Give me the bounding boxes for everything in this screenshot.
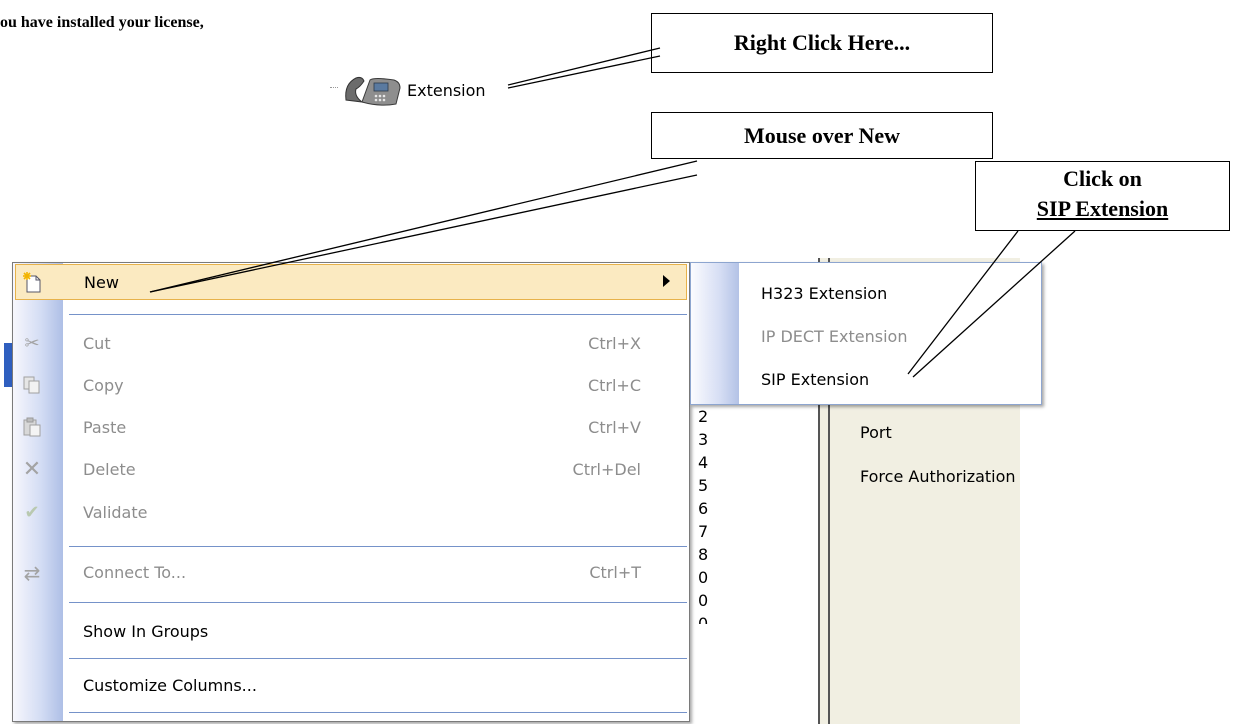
new-submenu: H323 Extension IP DECT Extension SIP Ext… — [690, 262, 1042, 405]
background-number-column: 2 3 4 5 6 7 8 0 0 0 — [688, 405, 818, 624]
property-port: Port — [860, 423, 892, 442]
menu-separator — [69, 658, 687, 659]
phone-icon — [345, 76, 401, 106]
tree-node-extension-label: Extension — [407, 81, 486, 100]
menu-item-copy-shortcut: Ctrl+C — [587, 376, 641, 395]
instruction-text: ou have installed your license, — [0, 14, 204, 31]
submenu-item-ip-dect-extension[interactable]: IP DECT Extension — [761, 327, 907, 346]
menu-item-delete-shortcut: Ctrl+Del — [572, 460, 641, 479]
menu-item-copy-label: Copy — [83, 376, 124, 395]
background-number: 8 — [698, 545, 709, 564]
background-number: 7 — [698, 522, 709, 541]
background-number: 2 — [698, 407, 709, 426]
menu-item-paste-label: Paste — [83, 418, 127, 437]
menu-item-delete[interactable]: ✕ Delete Ctrl+Del — [13, 451, 689, 487]
background-number: 4 — [698, 453, 709, 472]
menu-separator — [69, 602, 687, 603]
menu-item-cut-label: Cut — [83, 334, 111, 353]
menu-item-show-in-groups[interactable]: Show In Groups — [13, 613, 689, 649]
new-item-icon — [22, 272, 44, 294]
menu-item-validate-label: Validate — [83, 503, 148, 522]
menu-item-validate[interactable]: ✔ Validate — [13, 494, 689, 530]
pointer-line — [507, 47, 661, 86]
menu-item-customize-columns-label: Customize Columns... — [83, 676, 257, 695]
pointer-line — [507, 55, 661, 89]
menu-item-connect-to-shortcut: Ctrl+T — [589, 563, 641, 582]
scissors-icon: ✂ — [24, 333, 40, 354]
menu-item-cut-shortcut: Ctrl+X — [588, 334, 641, 353]
submenu-gutter — [691, 263, 739, 404]
menu-separator — [69, 314, 687, 315]
checkmark-icon: ✔ — [24, 502, 40, 523]
menu-item-connect-to-label: Connect To... — [83, 563, 187, 582]
menu-item-paste-shortcut: Ctrl+V — [588, 418, 641, 437]
callout-mouse-over-new: Mouse over New — [651, 112, 993, 159]
copy-icon — [21, 375, 43, 397]
callout-click-sip-line2: SIP Extension — [1036, 196, 1169, 221]
submenu-item-sip-extension[interactable]: SIP Extension — [761, 370, 869, 389]
context-menu: New ✂ Cut Ctrl+X Copy Ctrl+C Paste Ctrl+… — [12, 262, 690, 722]
callout-right-click-text: Right Click Here... — [733, 30, 911, 55]
delete-icon: ✕ — [22, 457, 42, 482]
menu-item-delete-label: Delete — [83, 460, 136, 479]
background-number: 0 — [698, 568, 709, 587]
menu-item-new[interactable]: New — [15, 264, 687, 300]
callout-mouse-over-new-text: Mouse over New — [744, 123, 900, 148]
background-number: 5 — [698, 476, 709, 495]
submenu-arrow-icon — [663, 275, 670, 287]
connect-arrows-icon: ⇄ — [23, 561, 41, 585]
menu-item-new-label: New — [84, 273, 119, 292]
menu-item-paste[interactable]: Paste Ctrl+V — [13, 409, 689, 445]
background-number: 3 — [698, 430, 709, 449]
background-number: 6 — [698, 499, 709, 518]
menu-item-copy[interactable]: Copy Ctrl+C — [13, 367, 689, 403]
callout-right-click: Right Click Here... — [651, 13, 993, 73]
background-number: 0 — [698, 591, 709, 610]
submenu-item-h323-extension[interactable]: H323 Extension — [761, 284, 887, 303]
menu-item-cut[interactable]: ✂ Cut Ctrl+X — [13, 325, 689, 361]
menu-item-customize-columns[interactable]: Customize Columns... — [13, 667, 689, 703]
paste-icon — [21, 417, 43, 439]
callout-click-sip: Click on SIP Extension — [975, 161, 1230, 231]
background-number: 0 — [698, 614, 709, 624]
menu-item-connect-to[interactable]: ⇄ Connect To... Ctrl+T — [13, 554, 689, 590]
callout-click-sip-line1: Click on — [1063, 166, 1142, 191]
menu-separator — [69, 712, 687, 713]
property-force-authorization: Force Authorization — [860, 467, 1016, 486]
menu-item-show-in-groups-label: Show In Groups — [83, 622, 209, 641]
tree-connector — [330, 87, 338, 88]
menu-separator — [69, 546, 687, 547]
